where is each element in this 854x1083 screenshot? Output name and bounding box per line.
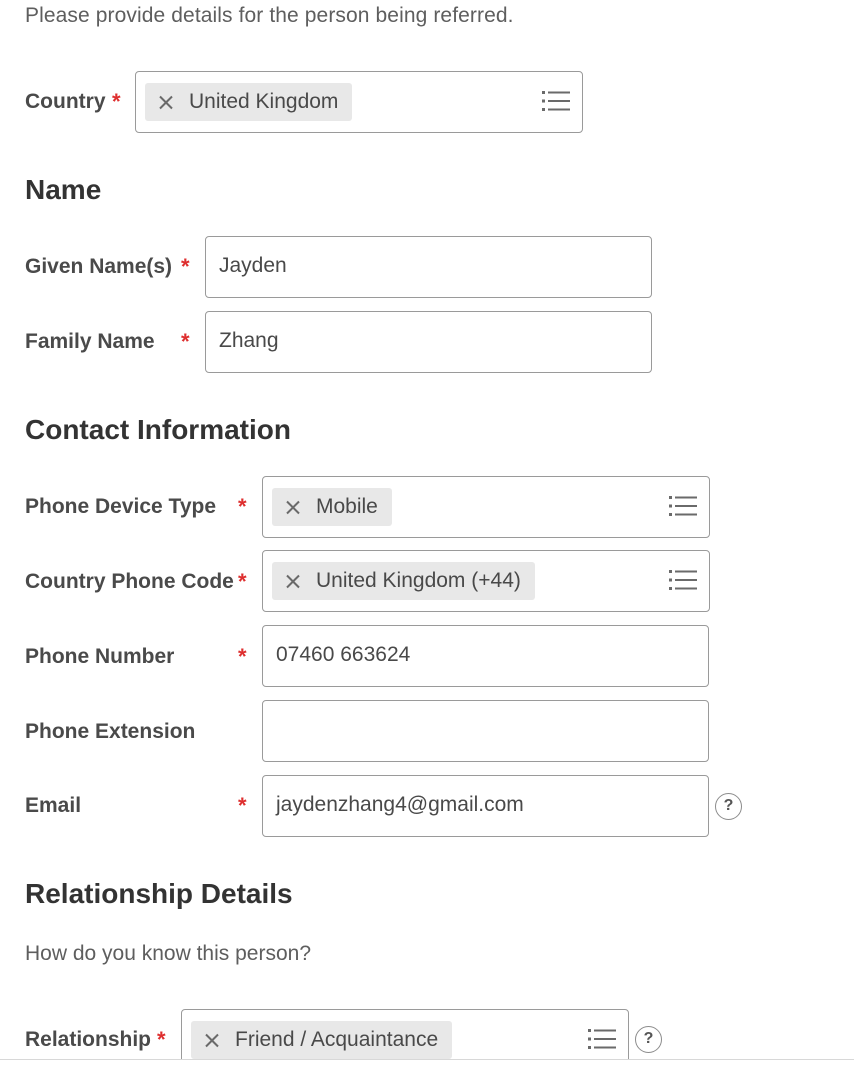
phone-number-value: 07460 663624 [276,643,411,666]
referral-form: Please provide details for the person be… [0,0,854,1083]
required-marker: * [238,793,247,818]
relationship-help-icon[interactable]: ? [635,1026,662,1053]
phone-number-input[interactable]: 07460 663624 [262,625,709,687]
device-type-select[interactable]: Mobile [262,476,710,538]
device-type-selected-pill: Mobile [272,488,392,526]
relationship-selected-pill: Friend / Acquaintance [191,1021,453,1059]
required-marker: * [181,254,190,279]
required-marker: * [112,89,121,114]
list-prompt-icon[interactable] [588,1027,616,1051]
remove-x-icon[interactable] [205,1033,219,1047]
required-marker: * [238,569,247,594]
required-marker: * [181,329,190,354]
bottom-bar [0,1060,854,1083]
given-name-value: Jayden [219,254,287,277]
remove-x-icon[interactable] [286,500,300,514]
phone-number-label: Phone Number [25,645,175,668]
email-value: jaydenzhang4@gmail.com [276,793,524,816]
bottom-divider [0,1059,854,1060]
country-code-selected-pill: United Kingdom (+44) [272,562,535,600]
country-value: United Kingdom [189,90,339,113]
relationship-label: Relationship [25,1028,152,1051]
family-name-value: Zhang [219,329,279,352]
given-name-input[interactable]: Jayden [205,236,652,298]
required-marker: * [238,644,247,669]
given-name-label: Given Name(s) [25,255,173,278]
list-prompt-icon[interactable] [669,494,697,518]
list-prompt-icon[interactable] [669,568,697,592]
phone-extension-input[interactable] [262,700,709,762]
email-input[interactable]: jaydenzhang4@gmail.com [262,775,709,837]
relationship-question: How do you know this person? [25,942,311,965]
remove-x-icon[interactable] [159,95,173,109]
country-code-label: Country Phone Code [25,570,234,593]
intro-text: Please provide details for the person be… [25,4,514,27]
required-marker: * [238,494,247,519]
phone-extension-label: Phone Extension [25,720,196,743]
country-code-value: United Kingdom (+44) [316,569,521,592]
device-type-label: Phone Device Type [25,495,217,518]
relationship-value: Friend / Acquaintance [235,1028,439,1051]
contact-section-title: Contact Information [25,414,291,445]
country-code-select[interactable]: United Kingdom (+44) [262,550,710,612]
name-section-title: Name [25,174,102,205]
email-label: Email [25,794,82,817]
family-name-input[interactable]: Zhang [205,311,652,373]
list-prompt-icon[interactable] [542,89,570,113]
country-label: Country [25,90,106,113]
country-selected-pill: United Kingdom [145,83,353,121]
country-select[interactable]: United Kingdom [135,71,583,133]
device-type-value: Mobile [316,495,378,518]
required-marker: * [157,1027,166,1052]
relationship-section-title: Relationship Details [25,878,293,909]
family-name-label: Family Name [25,330,155,353]
remove-x-icon[interactable] [286,574,300,588]
email-help-icon[interactable]: ? [715,793,742,820]
